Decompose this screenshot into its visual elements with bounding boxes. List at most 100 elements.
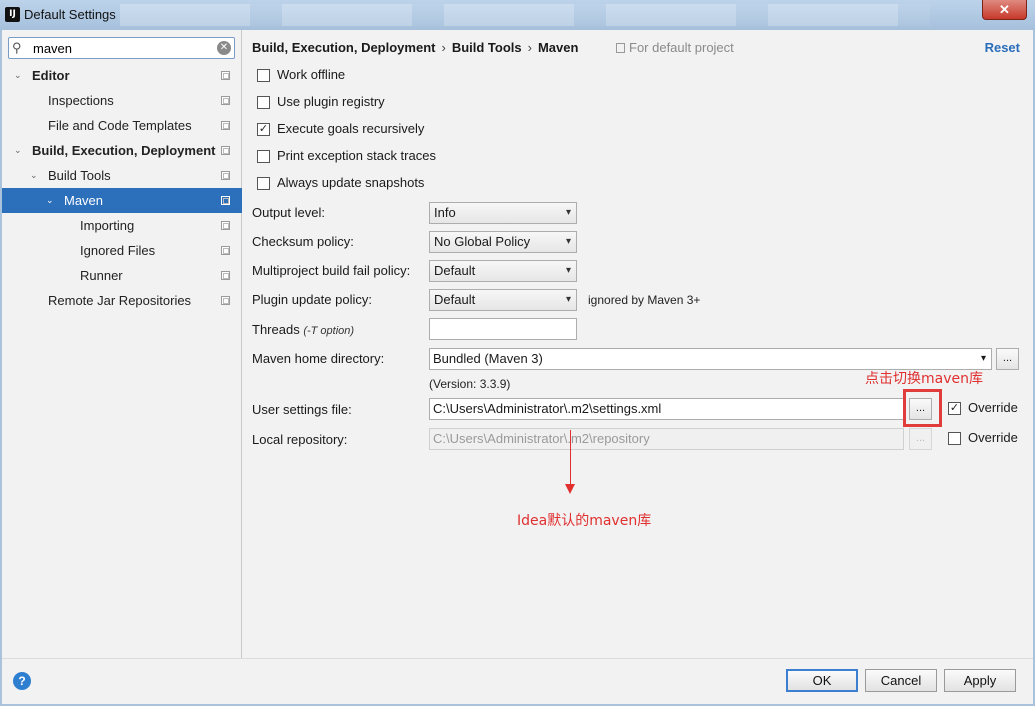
search-input[interactable] xyxy=(33,40,213,56)
fail-policy-select[interactable]: Default ▾ xyxy=(429,260,577,282)
expand-arrow-icon[interactable]: ⌄ xyxy=(46,188,54,213)
copy-settings-icon xyxy=(221,221,230,230)
chevron-down-icon: ▾ xyxy=(565,236,571,247)
sidebar-item-remote-jar-repositories[interactable]: Remote Jar Repositories xyxy=(2,288,242,313)
breadcrumb-item: Build Tools xyxy=(451,40,522,55)
local-repository-browse-button[interactable]: ... xyxy=(909,428,932,450)
maven-settings-panel: Build, Execution, Deployment › Build Tools… xyxy=(243,30,1033,658)
sidebar-item-inspections[interactable]: Inspections xyxy=(2,88,242,113)
sidebar-item-editor[interactable]: ⌄ Editor xyxy=(2,63,242,88)
breadcrumb-item: Build, Execution, Deployment xyxy=(252,40,436,55)
plugin-update-note: ignored by Maven 3+ xyxy=(588,293,701,307)
help-icon[interactable]: ? xyxy=(13,672,31,690)
plugin-update-policy-select[interactable]: Default ▾ xyxy=(429,289,577,311)
maven-home-value: Bundled (Maven 3) xyxy=(433,351,543,366)
expand-arrow-icon[interactable]: ⌄ xyxy=(14,138,22,163)
checkbox-box[interactable] xyxy=(257,96,270,109)
sidebar-item-ignored-files[interactable]: Ignored Files xyxy=(2,238,242,263)
checkbox-label: Print exception stack traces xyxy=(277,148,436,163)
sidebar-item-label: Build Tools xyxy=(48,168,111,183)
annotation-default-repo: Idea默认的maven库 xyxy=(517,513,652,529)
breadcrumb-item: Maven xyxy=(537,40,579,55)
checkbox-label: Work offline xyxy=(277,67,346,82)
chevron-down-icon: ▾ xyxy=(565,265,571,276)
checkbox-box[interactable] xyxy=(257,177,270,190)
sidebar-item-label: Inspections xyxy=(48,93,114,108)
clear-search-icon[interactable]: ✕ xyxy=(217,41,231,55)
sidebar-item-build-tools[interactable]: ⌄ Build Tools xyxy=(2,163,242,188)
settings-search[interactable]: ⚲ ✕ xyxy=(8,37,235,59)
scope-page-icon xyxy=(616,43,625,53)
local-repository-input[interactable]: C:\Users\Administrator\.m2\repository xyxy=(429,428,904,450)
copy-settings-icon xyxy=(221,196,230,205)
sidebar-item-importing[interactable]: Importing xyxy=(2,213,242,238)
sidebar-item-label: Runner xyxy=(80,268,123,283)
output-level-select[interactable]: Info ▾ xyxy=(429,202,577,224)
fail-policy-label: Multiproject build fail policy: xyxy=(252,263,411,278)
apply-button[interactable]: Apply xyxy=(944,669,1016,692)
select-value: Default xyxy=(434,263,476,278)
annotation-arrow-head xyxy=(565,484,575,494)
checkbox-box-checked[interactable]: ✓ xyxy=(257,123,270,136)
checkbox-label: Override xyxy=(968,400,1018,415)
copy-settings-icon xyxy=(221,146,230,155)
maven-version-label: (Version: 3.3.9) xyxy=(429,377,511,391)
scope-label: For default project xyxy=(629,40,734,55)
search-icon: ⚲ xyxy=(12,40,22,55)
copy-settings-icon xyxy=(221,246,230,255)
cancel-button[interactable]: Cancel xyxy=(865,669,937,692)
select-value: No Global Policy xyxy=(434,234,531,249)
ok-button[interactable]: OK xyxy=(786,669,858,692)
expand-arrow-icon[interactable]: ⌄ xyxy=(30,163,38,188)
breadcrumb-separator: › xyxy=(441,40,446,55)
checkbox-label: Execute goals recursively xyxy=(277,121,425,136)
dialog-footer: ? OK Cancel Apply xyxy=(2,658,1033,704)
copy-settings-icon xyxy=(221,171,230,180)
checkbox-label: Override xyxy=(968,430,1018,445)
copy-settings-icon xyxy=(221,121,230,130)
sidebar-item-runner[interactable]: Runner xyxy=(2,263,242,288)
checkbox-box-checked[interactable]: ✓ xyxy=(948,402,961,415)
threads-input[interactable] xyxy=(429,318,577,340)
select-value: Info xyxy=(434,205,456,220)
sidebar-item-label: Editor xyxy=(32,68,70,83)
reset-link[interactable]: Reset xyxy=(985,40,1020,55)
select-value: Default xyxy=(434,292,476,307)
expand-arrow-icon[interactable]: ⌄ xyxy=(14,63,22,88)
chevron-down-icon: ▾ xyxy=(565,294,571,305)
copy-settings-icon xyxy=(221,96,230,105)
user-settings-label: User settings file: xyxy=(252,402,352,417)
breadcrumb-separator: › xyxy=(527,40,532,55)
background-taskbar-tabs xyxy=(120,4,930,26)
sidebar-item-build-execution-deployment[interactable]: ⌄ Build, Execution, Deployment xyxy=(2,138,242,163)
window-title: Default Settings xyxy=(24,7,116,22)
checkbox-label: Always update snapshots xyxy=(277,175,425,190)
breadcrumb: Build, Execution, Deployment › Build Tools… xyxy=(252,40,578,55)
user-settings-input[interactable]: C:\Users\Administrator\.m2\settings.xml xyxy=(429,398,904,420)
annotation-switch-repo: 点击切换maven库 xyxy=(865,371,983,387)
plugin-update-policy-label: Plugin update policy: xyxy=(252,292,372,307)
maven-home-combo[interactable]: Bundled (Maven 3) ▾ xyxy=(429,348,992,370)
copy-settings-icon xyxy=(221,271,230,280)
copy-settings-icon xyxy=(221,296,230,305)
scope-indicator: For default project xyxy=(616,40,734,55)
sidebar-item-label: Ignored Files xyxy=(80,243,156,258)
intellij-app-icon: IJ xyxy=(5,7,20,22)
annotation-arrow-line xyxy=(570,430,571,486)
threads-hint: (-T option) xyxy=(303,325,355,337)
settings-sidebar: ⚲ ✕ ⌄ Editor Inspections File and Code T… xyxy=(2,30,242,658)
checkbox-box[interactable] xyxy=(948,432,961,445)
threads-label: Threads (-T option) xyxy=(252,322,354,337)
threads-label-text: Threads xyxy=(252,322,300,337)
checkbox-box[interactable] xyxy=(257,69,270,82)
annotation-highlight-box xyxy=(903,389,942,427)
chevron-down-icon: ▾ xyxy=(980,353,986,364)
sidebar-item-label: Maven xyxy=(64,193,104,208)
sidebar-item-maven[interactable]: ⌄ Maven xyxy=(2,188,242,213)
checkbox-box[interactable] xyxy=(257,150,270,163)
maven-home-browse-button[interactable]: ... xyxy=(996,348,1019,370)
checksum-policy-select[interactable]: No Global Policy ▾ xyxy=(429,231,577,253)
sidebar-item-file-and-code-templates[interactable]: File and Code Templates xyxy=(2,113,242,138)
sidebar-item-label: File and Code Templates xyxy=(48,118,192,133)
close-window-button[interactable]: ✕ xyxy=(982,0,1027,20)
